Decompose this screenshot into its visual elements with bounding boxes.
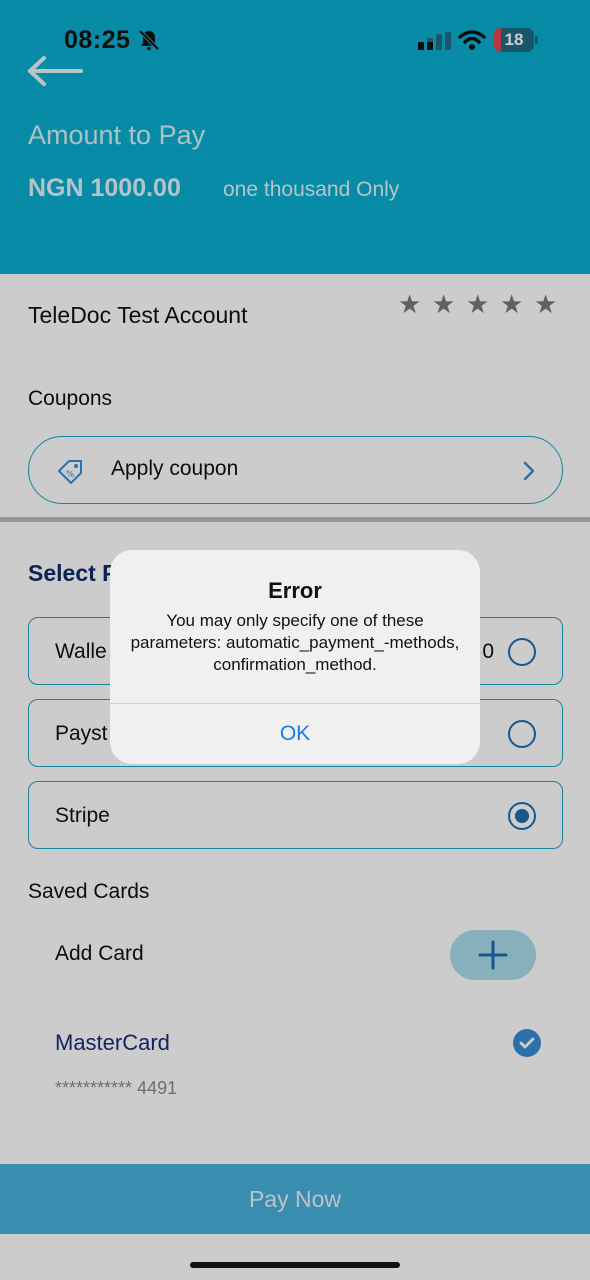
alert-message: You may only specify one of these parame… — [130, 611, 460, 674]
alert-ok-button[interactable]: OK — [110, 704, 480, 764]
error-alert-dialog: Error You may only specify one of these … — [110, 550, 480, 764]
payment-screen: 08:25 18 Amount to Pay NGN 1000.00 one t… — [0, 0, 590, 1280]
home-indicator[interactable] — [190, 1262, 400, 1268]
alert-title: Error — [268, 578, 322, 603]
